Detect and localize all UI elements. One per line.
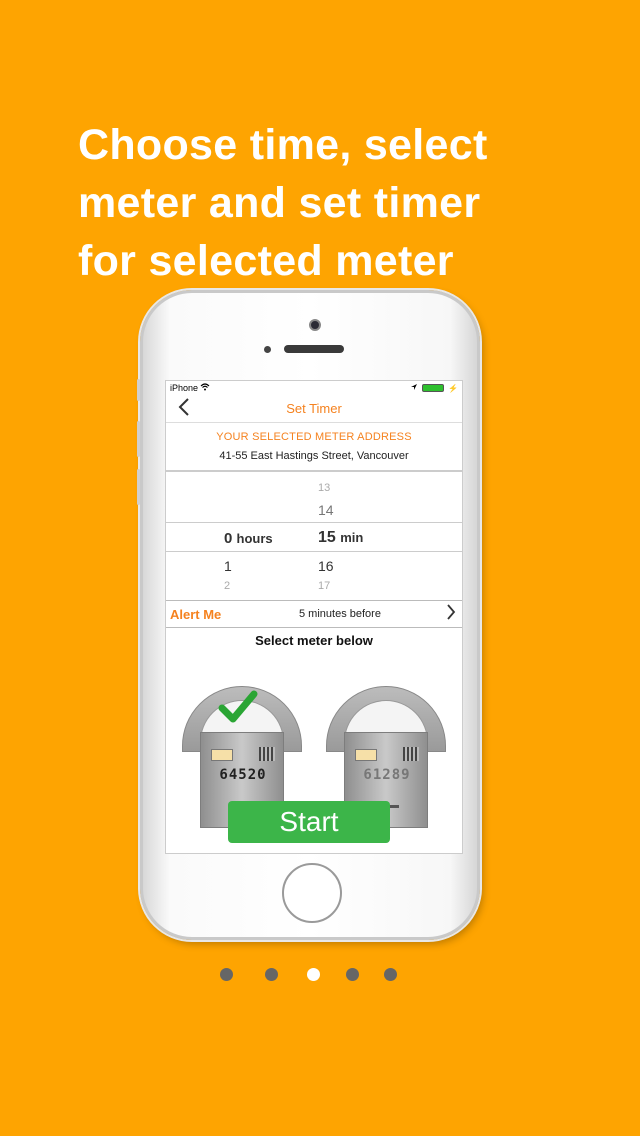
page-indicator <box>0 968 640 982</box>
minutes-value: 15 <box>318 529 336 546</box>
alert-value: 5 minutes before <box>299 608 381 620</box>
status-bar: iPhone ⚡ <box>166 381 462 395</box>
mute-switch <box>137 379 140 401</box>
battery-icon <box>422 384 445 392</box>
phone-frame: iPhone ⚡ Set Timer YOUR SELECTED METER A… <box>137 290 480 940</box>
picker-hour-option[interactable]: 2 <box>224 580 230 592</box>
picker-minutes-selected[interactable]: 15 min <box>318 529 363 547</box>
picker-minute-option[interactable]: 17 <box>318 580 330 592</box>
meter-number: 64520 <box>219 767 267 783</box>
page-dot[interactable] <box>220 968 233 981</box>
phone-screen: iPhone ⚡ Set Timer YOUR SELECTED METER A… <box>165 380 463 854</box>
time-picker[interactable]: 13 14 0 hours 15 min 1 16 2 17 <box>166 472 462 600</box>
alert-row[interactable]: Alert Me 5 minutes before <box>166 600 462 628</box>
barcode-icon <box>403 747 419 761</box>
select-meter-label: Select meter below <box>255 633 373 648</box>
volume-up-button <box>137 421 140 457</box>
volume-down-button <box>137 469 140 505</box>
barcode-icon <box>259 747 275 761</box>
picker-selection-band <box>166 522 462 552</box>
meter-number: 61289 <box>363 767 411 783</box>
start-button[interactable]: Start <box>228 801 390 843</box>
headline-line-2: meter and set timer <box>78 179 481 227</box>
charging-icon: ⚡ <box>448 383 458 393</box>
home-button <box>282 863 342 923</box>
chevron-right-icon[interactable] <box>446 603 456 626</box>
speaker-grille <box>284 345 344 353</box>
carrier-label: iPhone <box>170 383 199 393</box>
headline-line-1: Choose time, select <box>78 121 488 169</box>
coin-slot <box>355 749 377 761</box>
minutes-unit: min <box>340 530 364 545</box>
page-dot[interactable] <box>384 968 397 981</box>
location-icon <box>410 383 418 393</box>
picker-minute-option[interactable]: 16 <box>318 558 334 574</box>
picker-minute-option[interactable]: 13 <box>318 482 330 494</box>
meter-address: 41-55 East Hastings Street, Vancouver <box>219 450 409 462</box>
picker-hours-selected[interactable]: 0 hours <box>224 530 273 547</box>
headline-line-3: for selected meter <box>78 237 454 285</box>
page-dot-active[interactable] <box>307 968 320 981</box>
alert-label: Alert Me <box>170 607 222 622</box>
hours-unit: hours <box>236 531 273 546</box>
picker-hour-option[interactable]: 1 <box>224 558 232 574</box>
coin-slot <box>211 749 233 761</box>
page-dot[interactable] <box>265 968 278 981</box>
wifi-icon <box>200 383 210 393</box>
page-title: Set Timer <box>286 401 342 416</box>
headline: Choose time, select meter and set timer … <box>78 116 598 290</box>
sensor-icon <box>264 346 271 353</box>
hours-value: 0 <box>224 530 233 547</box>
page-dot[interactable] <box>346 968 359 981</box>
checkmark-icon <box>218 688 258 726</box>
picker-minute-option[interactable]: 14 <box>318 502 334 518</box>
nav-bar: Set Timer <box>166 395 462 423</box>
camera-icon <box>309 319 321 331</box>
address-heading: YOUR SELECTED METER ADDRESS <box>216 431 412 443</box>
